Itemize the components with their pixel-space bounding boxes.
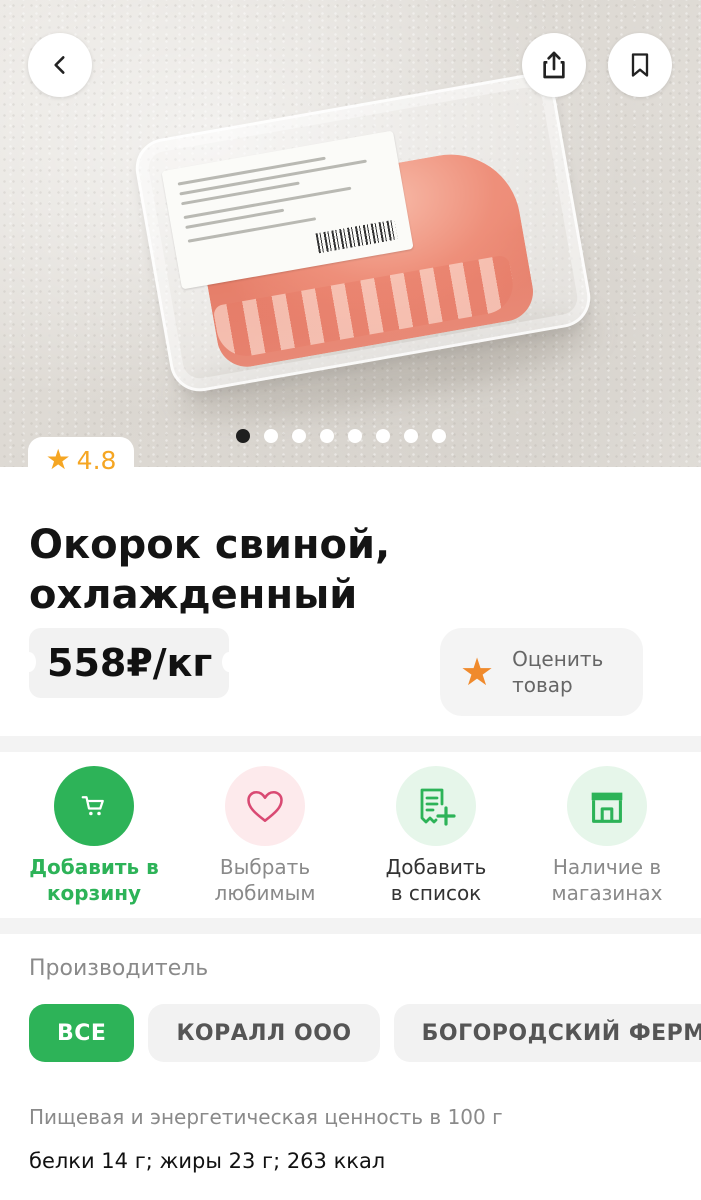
star-icon: ★	[460, 650, 495, 694]
price-value: 558₽/кг	[47, 641, 213, 685]
section-divider	[0, 918, 701, 934]
rating-value: 4.8	[76, 445, 117, 475]
section-divider	[0, 736, 701, 752]
rate-product-label: Оценить товар	[512, 647, 604, 697]
add-to-list-circle	[396, 766, 476, 846]
product-image-gallery[interactable]	[0, 0, 701, 467]
manufacturer-filter-chips: ВСЕКОРАЛЛ ОООБОГОРОДСКИЙ ФЕРМЕР	[29, 1004, 701, 1064]
rating-badge: ★ 4.8	[28, 437, 134, 483]
pagination-dot-active[interactable]	[236, 429, 250, 443]
price-tag-notch	[222, 652, 236, 672]
add-to-cart-circle	[54, 766, 134, 846]
add-to-list-label: Добавить в список	[385, 855, 487, 905]
star-icon: ★	[45, 443, 71, 476]
store-availability-label: Наличие в магазинах	[551, 855, 663, 905]
chevron-left-icon	[54, 56, 65, 74]
rate-product-button[interactable]: ★ Оценить товар	[440, 628, 643, 716]
store-availability-button[interactable]: Наличие в магазинах	[522, 766, 692, 906]
share-button[interactable]	[522, 33, 586, 97]
store-availability-circle	[567, 766, 647, 846]
barcode	[315, 219, 398, 254]
pagination-dot[interactable]	[292, 429, 306, 443]
cart-icon	[81, 796, 104, 816]
pagination-dot[interactable]	[320, 429, 334, 443]
manufacturer-heading: Производитель	[29, 956, 209, 981]
add-to-list-button[interactable]: Добавить в список	[351, 766, 521, 906]
bookmark-button[interactable]	[608, 33, 672, 97]
price-tag-notch	[22, 652, 36, 672]
favorite-label: Выбрать любимым	[214, 855, 316, 905]
price-tag: 558₽/кг	[22, 628, 236, 698]
chip-korall[interactable]: КОРАЛЛ ООО	[148, 1004, 380, 1062]
add-to-cart-label: Добавить в корзину	[29, 855, 159, 905]
pagination-dot[interactable]	[404, 429, 418, 443]
store-icon	[591, 792, 623, 823]
product-actions: Добавить в корзину Выбрать любимым Добав…	[0, 766, 701, 916]
favorite-circle	[225, 766, 305, 846]
nutrition-heading: Пищевая и энергетическая ценность в 100 …	[29, 1105, 503, 1129]
back-button[interactable]	[28, 33, 92, 97]
chip-bogorodsky-fermer[interactable]: БОГОРОДСКИЙ ФЕРМЕР	[393, 1004, 701, 1062]
share-icon	[543, 51, 565, 79]
gallery-pagination	[236, 429, 446, 443]
heart-icon	[247, 790, 283, 822]
list-add-icon	[420, 788, 456, 826]
nutrition-values: белки 14 г; жиры 23 г; 263 ккал	[29, 1149, 386, 1173]
pagination-dot[interactable]	[432, 429, 446, 443]
pagination-dot[interactable]	[348, 429, 362, 443]
pagination-dot[interactable]	[264, 429, 278, 443]
product-title: Окорок свиной, охлажденный	[29, 522, 391, 618]
add-to-cart-button[interactable]: Добавить в корзину	[9, 766, 179, 906]
pagination-dot[interactable]	[376, 429, 390, 443]
favorite-button[interactable]: Выбрать любимым	[180, 766, 350, 906]
chip-all[interactable]: ВСЕ	[29, 1004, 135, 1062]
bookmark-icon	[631, 53, 649, 77]
